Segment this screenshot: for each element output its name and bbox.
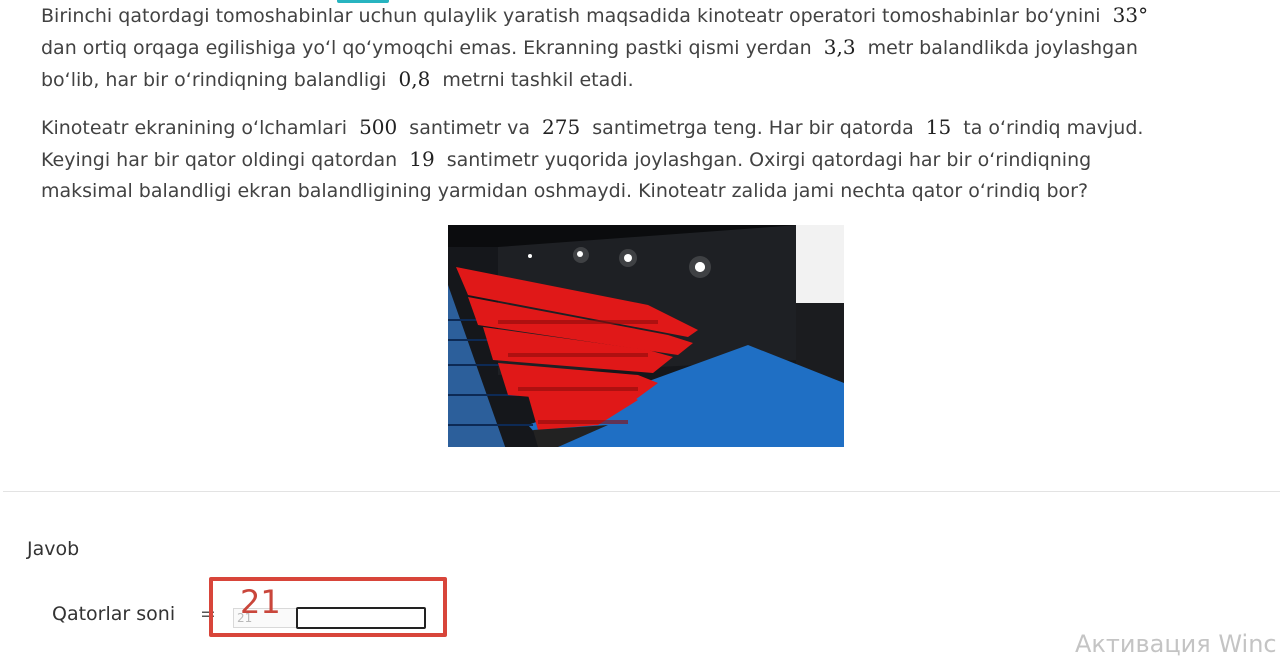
text: bo‘lib, har bir o‘rindiqning balandligi [41, 69, 387, 91]
text: santimetrga teng. Har bir qatorda [592, 117, 914, 139]
math-value: 19 [409, 147, 435, 171]
text: Birinchi qatordagi tomoshabinlar uchun q… [41, 5, 1101, 27]
text: Kinoteatr ekranining o‘lchamlari [41, 117, 348, 139]
handwritten-answer: 21 [240, 583, 281, 621]
math-value: 15 [925, 115, 952, 139]
text: ta o‘rindiq mavjud. [963, 117, 1144, 139]
math-value: 3,3 [823, 35, 856, 59]
windows-activation-watermark: Активация Winc [1075, 630, 1277, 658]
problem-line: bo‘lib, har bir o‘rindiqning balandligi … [41, 64, 1241, 96]
problem-line: maksimal balandligi ekran balandligining… [41, 176, 1241, 207]
math-value: 0,8 [398, 67, 431, 91]
problem-paragraph-1: Birinchi qatordagi tomoshabinlar uchun q… [41, 0, 1241, 96]
problem-line: Birinchi qatordagi tomoshabinlar uchun q… [41, 0, 1241, 32]
text: santimetr va [409, 117, 530, 139]
text: Keyingi har bir qator oldingi qatordan [41, 149, 398, 171]
cinema-hall-illustration [448, 225, 844, 447]
answer-heading: Javob [27, 538, 80, 560]
text: maksimal balandligi ekran balandligining… [41, 180, 1089, 202]
problem-line: dan ortiq orqaga egilishiga yo‘l qo‘ymoq… [41, 32, 1241, 64]
problem-line: Keyingi har bir qator oldingi qatordan 1… [41, 144, 1241, 176]
problem-line: Kinoteatr ekranining o‘lchamlari 500 san… [41, 112, 1241, 144]
text: santimetr yuqorida joylashgan. Oxirgi qa… [446, 149, 1092, 171]
math-value: 500 [359, 115, 398, 139]
rows-count-label: Qatorlar soni [52, 603, 176, 625]
text: metrni tashkil etadi. [442, 69, 634, 91]
math-value: 33° [1112, 3, 1149, 27]
cinema-hall-photo [448, 225, 844, 447]
text: metr balandlikda joylashgan [867, 37, 1138, 59]
text: dan ortiq orqaga egilishiga yo‘l qo‘ymoq… [41, 37, 812, 59]
problem-paragraph-2: Kinoteatr ekranining o‘lchamlari 500 san… [41, 112, 1241, 207]
section-divider [3, 491, 1280, 492]
math-value: 275 [542, 115, 581, 139]
